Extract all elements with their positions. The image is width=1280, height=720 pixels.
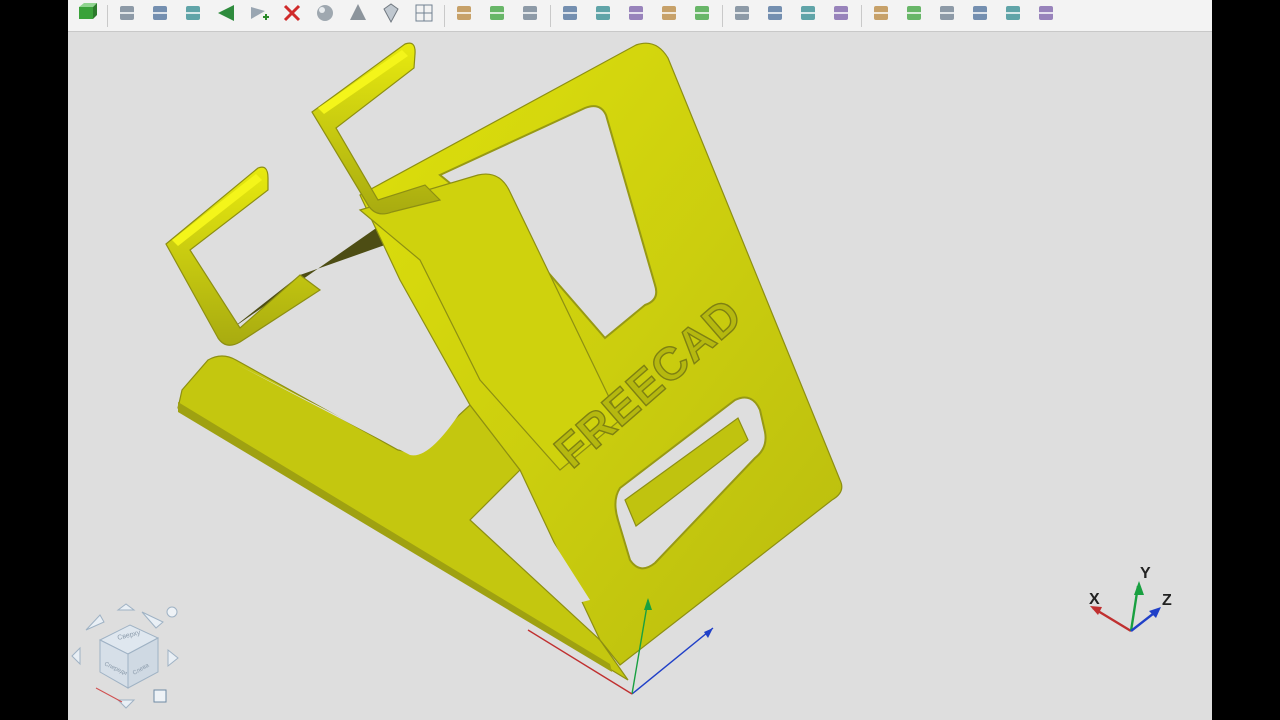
view-select-button[interactable]: [934, 3, 960, 29]
sweep-button[interactable]: [689, 3, 715, 29]
nav-arrow-right[interactable]: [167, 648, 179, 668]
nav-rotate-left-arrow[interactable]: [85, 614, 105, 631]
delete-vertex-icon: [280, 1, 304, 30]
nav-rotate-right-arrow[interactable]: [141, 611, 164, 629]
gem-button[interactable]: [378, 3, 404, 29]
loft-icon: [657, 1, 681, 30]
measure-icon: [869, 1, 893, 30]
chamfer-icon: [730, 1, 754, 30]
sphere-icon: [313, 1, 337, 30]
split-icon: [829, 1, 853, 30]
nav-menu-button[interactable]: [166, 606, 178, 618]
triad-z-label: Z: [1162, 592, 1172, 609]
box-button[interactable]: [74, 3, 100, 29]
scissors-button[interactable]: [557, 3, 583, 29]
toolbar-separator: [722, 4, 723, 27]
revolve-button[interactable]: [213, 3, 239, 29]
cut-icon: [115, 1, 139, 30]
grid-icon: [412, 1, 436, 30]
draft-icon: [624, 1, 648, 30]
phone-stand-model[interactable]: FREECAD: [165, 42, 843, 695]
gem-icon: [379, 1, 403, 30]
add-vertex-button[interactable]: [246, 3, 272, 29]
axis-triad: X Y Z: [1089, 565, 1172, 633]
toolbar-separator: [107, 4, 108, 27]
triad-y-head: [1134, 581, 1144, 595]
rotate-icon: [148, 1, 172, 30]
nav-cube-x-hint: [95, 687, 123, 703]
measure-button[interactable]: [868, 3, 894, 29]
revolve-icon: [214, 1, 238, 30]
navigation-cube[interactable]: Сверху Спереди Слева: [71, 603, 179, 709]
view-fit-icon: [902, 1, 926, 30]
cut-button[interactable]: [114, 3, 140, 29]
nav-arrow-top[interactable]: [116, 603, 136, 611]
hook-top-highlight: [172, 174, 262, 246]
delete-vertex-button[interactable]: [279, 3, 305, 29]
section-icon: [181, 1, 205, 30]
sewing-button[interactable]: [451, 3, 477, 29]
sewing-icon: [452, 1, 476, 30]
fuse-button[interactable]: [484, 3, 510, 29]
nav-view-menu-cube[interactable]: [153, 689, 167, 703]
shell-button[interactable]: [795, 3, 821, 29]
chamfer-button[interactable]: [729, 3, 755, 29]
settings-button[interactable]: [1033, 3, 1059, 29]
add-vertex-icon: [247, 1, 271, 30]
toolbar-separator: [444, 4, 445, 27]
offset-button[interactable]: [590, 3, 616, 29]
toolbar-separator: [861, 4, 862, 27]
shape-icon: [763, 1, 787, 30]
shape-button[interactable]: [762, 3, 788, 29]
shell-icon: [796, 1, 820, 30]
pick-button[interactable]: [967, 3, 993, 29]
origin-axis-z-head: [704, 628, 713, 638]
split-button[interactable]: [828, 3, 854, 29]
offset-icon: [591, 1, 615, 30]
cone-icon: [346, 1, 370, 30]
common-icon: [518, 1, 542, 30]
common-button[interactable]: [517, 3, 543, 29]
scissors-icon: [558, 1, 582, 30]
sphere-button[interactable]: [312, 3, 338, 29]
grid-button[interactable]: [411, 3, 437, 29]
inspect-button[interactable]: [1000, 3, 1026, 29]
main-toolbar: [68, 0, 1212, 32]
loft-button[interactable]: [656, 3, 682, 29]
triad-y-label: Y: [1140, 565, 1151, 582]
settings-icon: [1034, 1, 1058, 30]
box-icon: [75, 1, 99, 30]
scene-svg: FREECAD X Y Z Сверху Спереди Слева: [71, 42, 1172, 709]
view-fit-button[interactable]: [901, 3, 927, 29]
nav-arrow-left[interactable]: [71, 646, 81, 666]
triad-x-label: X: [1089, 591, 1100, 608]
draft-button[interactable]: [623, 3, 649, 29]
cone-button[interactable]: [345, 3, 371, 29]
toolbar-separator: [550, 4, 551, 27]
fuse-icon: [485, 1, 509, 30]
rotate-button[interactable]: [147, 3, 173, 29]
view-select-icon: [935, 1, 959, 30]
sweep-icon: [690, 1, 714, 30]
cad-application: FREECAD X Y Z Сверху Спереди Слева: [68, 0, 1212, 720]
section-button[interactable]: [180, 3, 206, 29]
3d-viewport[interactable]: FREECAD X Y Z Сверху Спереди Слева: [68, 33, 1212, 720]
inspect-icon: [1001, 1, 1025, 30]
pick-icon: [968, 1, 992, 30]
